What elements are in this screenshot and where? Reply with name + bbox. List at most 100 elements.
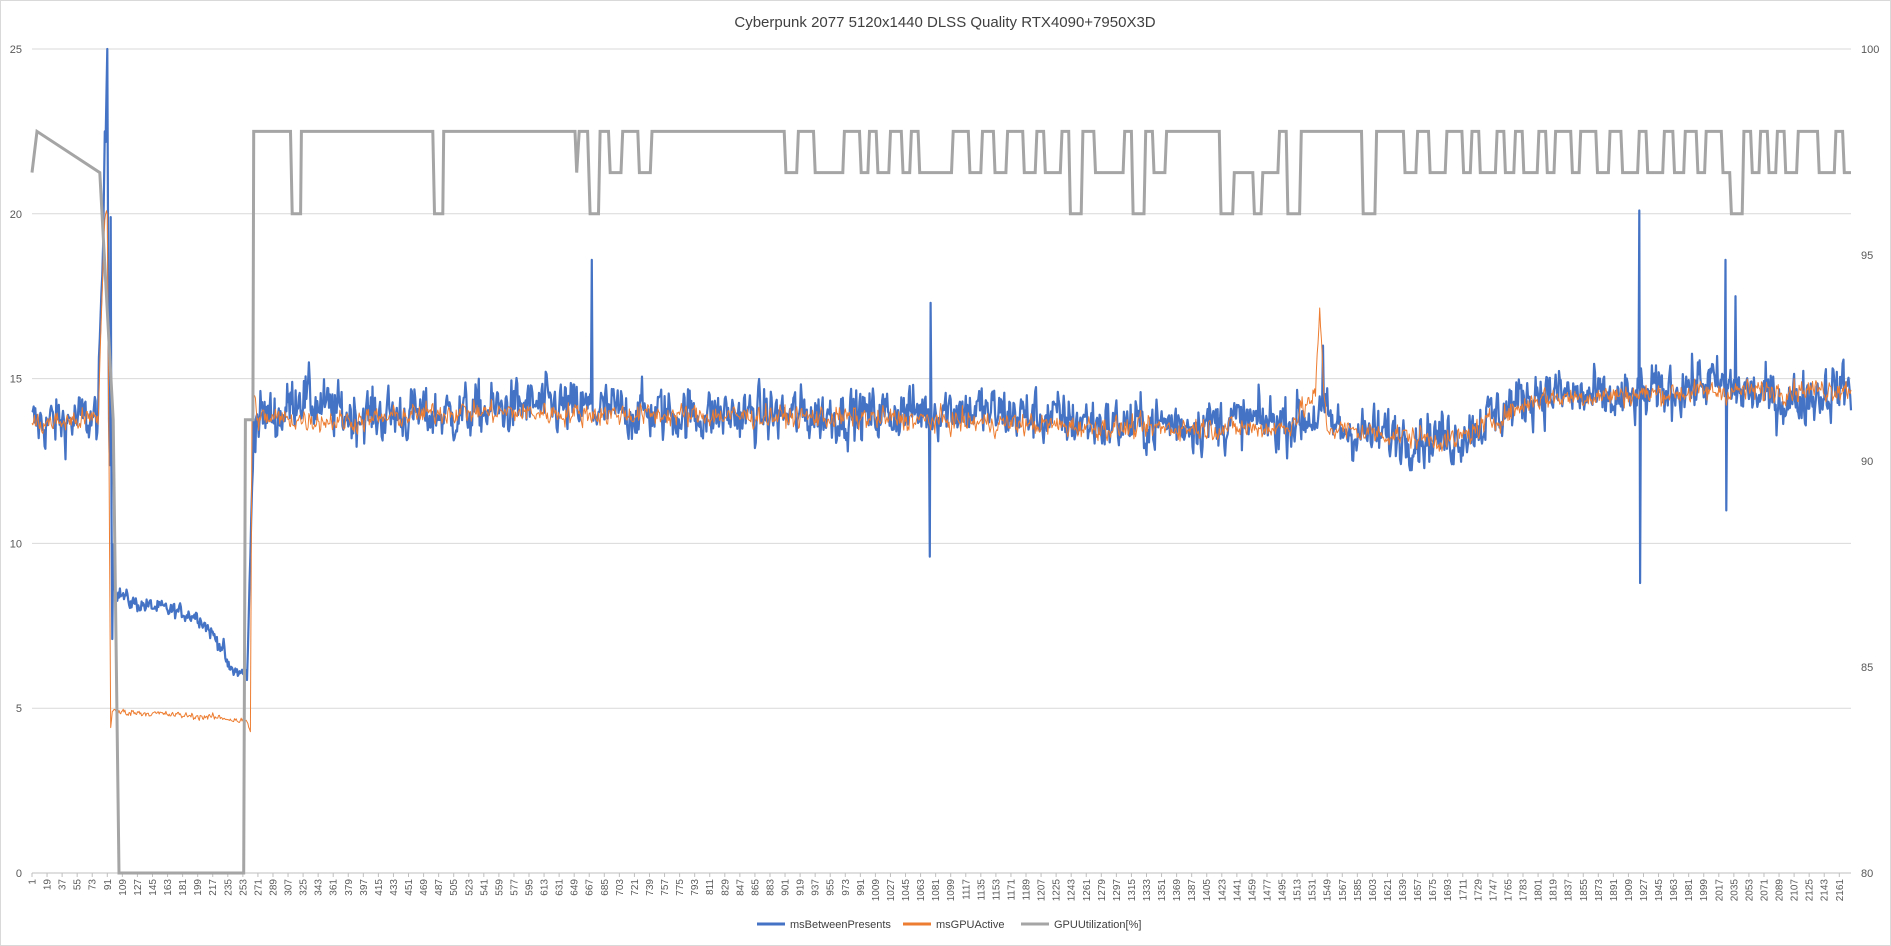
x-tick-label: 757	[660, 879, 671, 896]
x-tick-label: 973	[841, 879, 852, 896]
x-tick-label: 73	[88, 879, 99, 891]
x-tick-label: 1585	[1353, 879, 1364, 902]
legend-label: msBetweenPresents	[790, 919, 891, 931]
y-tick-label: 25	[10, 44, 22, 56]
x-tick-label: 127	[133, 879, 144, 896]
x-tick-label: 1549	[1323, 879, 1334, 902]
x-tick-label: 1621	[1383, 879, 1394, 902]
y-tick-label: 5	[16, 703, 22, 715]
x-tick-label: 1603	[1368, 879, 1379, 902]
x-tick-label: 1567	[1338, 879, 1349, 902]
x-tick-label: 1783	[1519, 879, 1530, 902]
x-tick-label: 775	[675, 879, 686, 896]
x-tick-label: 1963	[1669, 879, 1680, 902]
x-tick-label: 2143	[1820, 879, 1831, 902]
x-tick-label: 109	[118, 879, 129, 896]
x-tick-label: 649	[570, 879, 581, 896]
x-tick-label: 397	[359, 879, 370, 896]
x-tick-label: 1747	[1488, 879, 1499, 902]
x-tick-label: 523	[464, 879, 475, 896]
x-tick-label: 37	[58, 879, 69, 891]
x-tick-label: 2089	[1775, 879, 1786, 902]
x-tick-label: 1693	[1443, 879, 1454, 902]
x-tick-label: 703	[615, 879, 626, 896]
x-tick-label: 1243	[1067, 879, 1078, 902]
x-tick-label: 145	[148, 879, 159, 896]
x-tick-label: 2125	[1805, 879, 1816, 902]
x-tick-label: 415	[374, 879, 385, 896]
x-tick-label: 1315	[1127, 879, 1138, 902]
x-tick-label: 1027	[886, 879, 897, 902]
x-tick-label: 1153	[991, 879, 1002, 901]
legend-label: GPUUtilization[%]	[1054, 919, 1141, 931]
x-tick-label: 469	[419, 879, 430, 896]
x-tick-label: 1927	[1639, 879, 1650, 902]
x-tick-label: 1405	[1202, 879, 1213, 902]
x-tick-label: 613	[540, 879, 551, 896]
x-tick-label: 721	[630, 879, 641, 896]
x-tick-label: 1	[28, 879, 39, 885]
legend-label: msGPUActive	[936, 919, 1004, 931]
x-tick-label: 1387	[1187, 879, 1198, 902]
x-tick-label: 667	[585, 879, 596, 896]
chart-area	[0, 0, 1891, 946]
y2-tick-label: 100	[1861, 44, 1879, 56]
x-tick-label: 91	[103, 879, 114, 891]
y2-tick-label: 90	[1861, 456, 1873, 468]
x-tick-label: 1009	[871, 879, 882, 902]
x-tick-label: 253	[238, 879, 249, 896]
x-tick-label: 325	[299, 879, 310, 896]
x-tick-label: 1099	[946, 879, 957, 902]
x-tick-label: 1477	[1262, 879, 1273, 902]
x-tick-label: 739	[645, 879, 656, 896]
x-tick-label: 595	[525, 879, 536, 896]
x-tick-label: 793	[690, 879, 701, 896]
x-tick-label: 1261	[1082, 879, 1093, 902]
x-tick-label: 199	[193, 879, 204, 896]
x-tick-label: 1801	[1534, 879, 1545, 902]
y-tick-label: 20	[10, 209, 22, 221]
x-tick-label: 937	[811, 879, 822, 896]
x-tick-label: 1423	[1217, 879, 1228, 902]
x-tick-label: 1639	[1398, 879, 1409, 902]
x-tick-label: 451	[404, 879, 415, 896]
x-tick-label: 1855	[1579, 879, 1590, 902]
x-tick-label: 1459	[1247, 879, 1258, 902]
y2-tick-label: 85	[1861, 662, 1873, 674]
x-tick-label: 2017	[1714, 879, 1725, 902]
x-tick-label: 1369	[1172, 879, 1183, 902]
x-tick-label: 1765	[1503, 879, 1514, 902]
x-tick-label: 1333	[1142, 879, 1153, 902]
x-tick-label: 1189	[1022, 879, 1033, 901]
x-tick-label: 1675	[1428, 879, 1439, 902]
x-tick-label: 1495	[1278, 879, 1289, 902]
x-tick-label: 1171	[1006, 879, 1017, 901]
x-tick-label: 2035	[1729, 879, 1740, 902]
x-tick-label: 487	[434, 879, 445, 896]
x-tick-label: 2107	[1790, 879, 1801, 902]
x-tick-label: 991	[856, 879, 867, 896]
legend: msBetweenPresents msGPUActive GPUUtilizati…	[757, 919, 1141, 931]
x-tick-label: 379	[344, 879, 355, 896]
x-tick-label: 919	[796, 879, 807, 896]
x-tick-label: 307	[284, 879, 295, 896]
x-tick-label: 1135	[976, 879, 987, 901]
x-tick-label: 1207	[1037, 879, 1048, 902]
x-tick-label: 685	[600, 879, 611, 896]
x-tick-label: 1117	[961, 879, 972, 900]
x-tick-label: 1045	[901, 879, 912, 902]
x-tick-label: 1837	[1564, 879, 1575, 902]
y-tick-label: 0	[16, 868, 22, 880]
x-tick-label: 289	[268, 879, 279, 896]
x-tick-label: 1279	[1097, 879, 1108, 902]
x-tick-label: 883	[765, 879, 776, 896]
x-tick-label: 2053	[1744, 879, 1755, 902]
x-tick-label: 1081	[931, 879, 942, 902]
x-tick-label: 181	[178, 879, 189, 896]
x-tick-label: 541	[479, 879, 490, 896]
x-tick-label: 217	[208, 879, 219, 896]
x-tick-label: 2161	[1835, 879, 1846, 902]
y-tick-label: 10	[10, 538, 22, 550]
x-tick-label: 1819	[1549, 879, 1560, 902]
x-tick-label: 1891	[1609, 879, 1620, 902]
